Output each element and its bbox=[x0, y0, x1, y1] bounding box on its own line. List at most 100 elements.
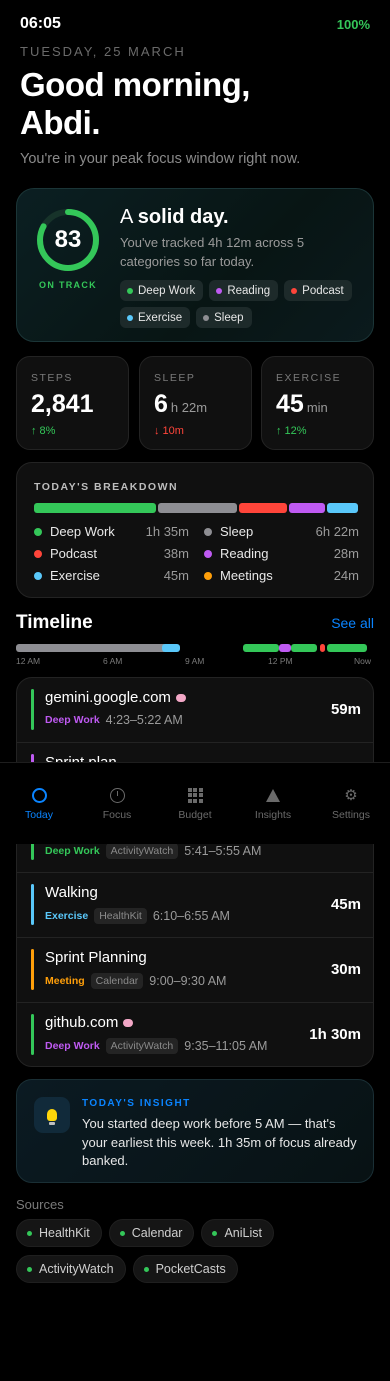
breakdown-dot bbox=[34, 527, 42, 536]
breakdown-label: Sleep bbox=[220, 524, 254, 539]
tab-label: Budget bbox=[178, 809, 212, 821]
brain-icon bbox=[175, 693, 186, 702]
timeline-entry[interactable]: github.com Deep Work ActivityWatch 9:35–11:… bbox=[17, 1003, 373, 1066]
source-dot bbox=[119, 1230, 125, 1236]
breakdown-item: Exercise 45m bbox=[34, 568, 189, 583]
stat-label: STEPS bbox=[31, 372, 73, 384]
greeting-title: Good morning, Abdi. bbox=[20, 66, 370, 142]
entry-title: Walking bbox=[45, 884, 98, 901]
tab-label: Settings bbox=[332, 809, 370, 821]
category-chip[interactable]: Exercise bbox=[120, 307, 191, 328]
chip-label: Sleep bbox=[214, 311, 244, 324]
entry-source: ActivityWatch bbox=[105, 843, 179, 859]
tab-label: Today bbox=[24, 809, 54, 821]
sources-list: HealthKit Calendar AniList ActivityWatch Poc… bbox=[16, 1219, 374, 1283]
greeting-line-2: Abdi. bbox=[20, 104, 100, 141]
source-chip[interactable]: AniList bbox=[201, 1219, 274, 1247]
score-card[interactable]: 83 ON TRACK A solid day. You've tracked … bbox=[16, 188, 374, 342]
breakdown-card[interactable]: TODAY'S BREAKDOWN Deep Work 1h 35m Sleep 6h… bbox=[16, 462, 374, 598]
source-chip[interactable]: Calendar bbox=[108, 1219, 195, 1247]
source-dot bbox=[27, 1266, 32, 1272]
category-chip[interactable]: Sleep bbox=[196, 307, 252, 328]
status-bar: 06:05 100% bbox=[20, 14, 370, 34]
tab-label: Insights bbox=[254, 809, 292, 821]
sources-title: Sources bbox=[16, 1197, 64, 1212]
breakdown-item: Reading 28m bbox=[204, 546, 359, 561]
source-chip[interactable]: HealthKit bbox=[16, 1219, 102, 1247]
breakdown-segment bbox=[327, 503, 358, 513]
entry-category: Deep Work bbox=[45, 845, 100, 857]
stat-card-sleep[interactable]: SLEEP 6 h 22m ↓ 10m bbox=[139, 356, 252, 450]
timeline-entries: gemini.google.com Deep Work 4:23–5:22 AM 59… bbox=[16, 677, 374, 1067]
stat-unit: min bbox=[306, 400, 328, 415]
breakdown-dot bbox=[204, 527, 212, 536]
breakdown-item: Podcast 38m bbox=[34, 546, 189, 561]
entry-duration: 1h 30m bbox=[309, 1026, 361, 1043]
chip-label: Exercise bbox=[138, 311, 183, 324]
timeline-tick: 9 AM bbox=[185, 656, 205, 666]
stat-delta: ↓ 10m bbox=[154, 425, 184, 437]
chip-dot bbox=[127, 314, 133, 321]
breakdown-bar bbox=[34, 503, 358, 513]
tab-insights[interactable]: Insights bbox=[234, 763, 312, 844]
entry-meta: Meeting Calendar 9:00–9:30 AM bbox=[45, 973, 226, 989]
category-chip[interactable]: Reading bbox=[209, 280, 279, 301]
insight-title: TODAY'S INSIGHT bbox=[82, 1098, 191, 1109]
stat-value: 45 bbox=[276, 390, 304, 418]
source-label: AniList bbox=[224, 1226, 262, 1240]
breakdown-item: Sleep 6h 22m bbox=[204, 524, 359, 539]
source-chip[interactable]: PocketCasts bbox=[132, 1255, 238, 1283]
breakdown-label: Exercise bbox=[50, 568, 100, 583]
day-summary-prefix: A bbox=[120, 206, 138, 228]
entry-accent bbox=[31, 689, 34, 730]
breakdown-value: 6h 22m bbox=[315, 524, 359, 539]
source-dot bbox=[143, 1266, 149, 1272]
entry-category: Deep Work bbox=[45, 1040, 100, 1052]
breakdown-segment bbox=[238, 503, 288, 513]
chip-dot bbox=[203, 314, 210, 321]
entry-name: gemini.google.com bbox=[45, 689, 186, 706]
entry-meta: Deep Work ActivityWatch 5:41–5:55 AM bbox=[45, 843, 261, 859]
breakdown-value: 24m bbox=[333, 568, 359, 583]
stat-card-steps[interactable]: STEPS 2,841 ↑ 8% bbox=[16, 356, 129, 450]
tab-budget[interactable]: Budget bbox=[156, 763, 234, 844]
breakdown-segment bbox=[34, 503, 156, 513]
timeline-segment bbox=[326, 644, 367, 652]
stat-label: EXERCISE bbox=[276, 372, 342, 384]
see-all-link[interactable]: See all bbox=[331, 615, 374, 631]
tab-settings[interactable]: ⚙ Settings bbox=[312, 763, 390, 844]
greeting-subtitle: You're in your peak focus window right n… bbox=[20, 151, 301, 167]
tab-focus[interactable]: Focus bbox=[78, 763, 156, 844]
gear-icon: ⚙ bbox=[344, 787, 358, 804]
source-chip[interactable]: ActivityWatch bbox=[16, 1255, 126, 1283]
entry-title: github.com bbox=[45, 1014, 119, 1031]
score-value: 83 bbox=[54, 226, 82, 253]
stat-card-exercise[interactable]: EXERCISE 45 min ↑ 12% bbox=[261, 356, 374, 450]
timeline-entry[interactable]: Walking Exercise HealthKit 6:10–6:55 AM 45m bbox=[17, 873, 373, 938]
entry-source: ActivityWatch bbox=[105, 1038, 179, 1054]
entry-name: Sprint Planning bbox=[45, 949, 147, 966]
breakdown-value: 38m bbox=[163, 546, 189, 561]
category-chip[interactable]: Podcast bbox=[284, 280, 352, 301]
entry-time: 6:10–6:55 AM bbox=[152, 909, 230, 923]
chip-dot bbox=[127, 287, 133, 294]
breakdown-label: Reading bbox=[220, 546, 269, 561]
insight-card[interactable]: TODAY'S INSIGHT You started deep work be… bbox=[16, 1079, 374, 1183]
timeline-entry[interactable]: gemini.google.com Deep Work 4:23–5:22 AM 59… bbox=[17, 678, 373, 743]
stat-label: SLEEP bbox=[154, 372, 196, 384]
breakdown-title: TODAY'S BREAKDOWN bbox=[34, 481, 179, 493]
chip-dot bbox=[216, 287, 223, 294]
category-chip[interactable]: Deep Work bbox=[120, 280, 204, 301]
source-dot bbox=[27, 1230, 32, 1236]
breakdown-segment bbox=[157, 503, 237, 513]
entry-duration: 30m bbox=[330, 961, 361, 978]
entry-category: Meeting bbox=[45, 975, 85, 987]
timeline-segment bbox=[319, 644, 326, 652]
entry-time: 5:41–5:55 AM bbox=[184, 844, 262, 858]
entry-accent bbox=[31, 949, 34, 990]
timeline-tick: Now bbox=[354, 656, 372, 666]
entry-name: github.com bbox=[45, 1014, 134, 1031]
tab-today[interactable]: Today bbox=[0, 763, 78, 844]
timeline-entry[interactable]: Sprint Planning Meeting Calendar 9:00–9:30 … bbox=[17, 938, 373, 1003]
entry-category: Deep Work bbox=[45, 714, 100, 726]
